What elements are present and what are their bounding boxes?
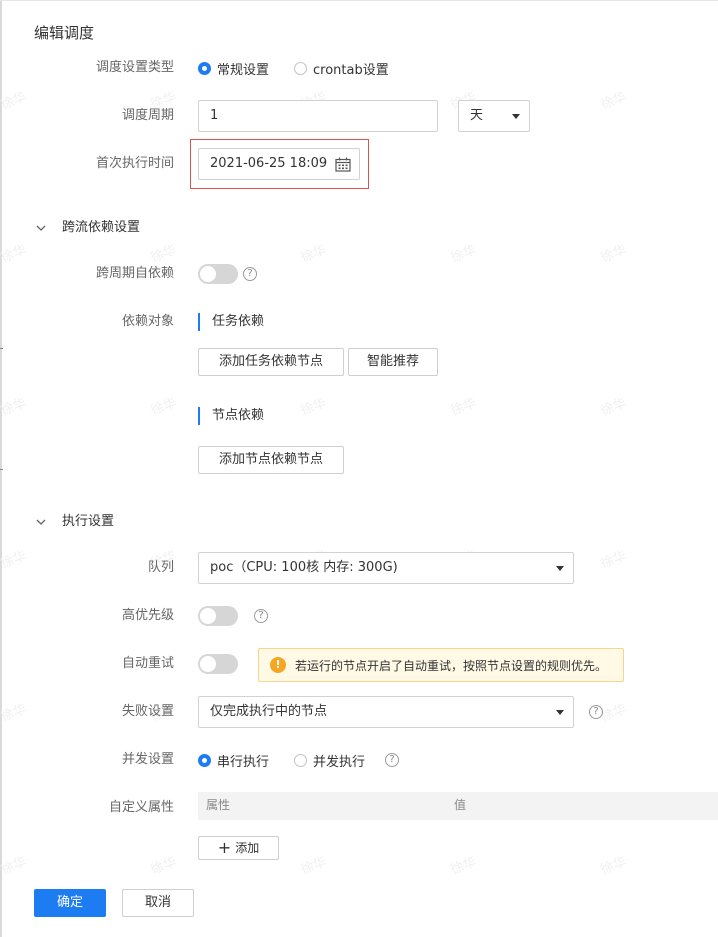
watermark-text: 徐华 (298, 395, 329, 419)
schedule-period-row: 调度周期 1 天 (0, 100, 718, 132)
concurrency-label: 并发设置 (121, 752, 174, 767)
attr-column-header: 属性 (206, 798, 231, 812)
switch-knob (200, 656, 216, 672)
auto-retry-notice-text: 若运行的节点开启了自动重试，按照节点设置的规则优先。 (295, 658, 608, 673)
add-attr-button[interactable]: + 添加 (198, 836, 279, 860)
section-execution-title: 执行设置 (62, 514, 115, 529)
schedule-type-row: 调度设置类型 常规设置 crontab设置 (0, 52, 718, 84)
frame-tick (0, 348, 3, 349)
failure-row: 失败设置 仅完成执行中的节点 ? (0, 696, 718, 728)
radio-regular[interactable]: 常规设置 (198, 52, 269, 84)
watermark-text: 徐华 (598, 854, 629, 878)
watermark-text: 徐华 (598, 395, 629, 419)
add-attr-label: 添加 (235, 841, 260, 855)
caret-down-icon (556, 710, 564, 715)
failure-label: 失败设置 (121, 704, 174, 719)
chevron-down-icon (36, 225, 46, 231)
auto-retry-label: 自动重试 (121, 656, 174, 671)
queue-row: 队列 poc（CPU: 100核 内存: 300G) (0, 552, 718, 584)
radio-serial[interactable]: 串行执行 (198, 744, 269, 776)
radio-selected-icon (198, 61, 211, 75)
watermark-text: 徐华 (448, 854, 479, 878)
help-icon[interactable]: ? (589, 705, 603, 719)
failure-select[interactable]: 仅完成执行中的节点 (198, 696, 574, 728)
watermark-text: 徐华 (0, 854, 29, 878)
dep-object-row: 依赖对象 (0, 306, 718, 338)
self-dep-row: 跨周期自依赖 ? (0, 258, 718, 290)
switch-knob (200, 266, 216, 282)
period-unit-value: 天 (470, 108, 484, 123)
auto-retry-switch[interactable] (198, 654, 238, 674)
period-input[interactable]: 1 (198, 100, 438, 132)
value-column-header: 值 (454, 798, 467, 812)
node-dep-subheading: 节点依赖 (198, 407, 264, 425)
first-run-datetime-input[interactable]: 2021-06-25 18:09 (198, 148, 360, 180)
high-priority-label: 高优先级 (121, 608, 174, 623)
radio-serial-label: 串行执行 (217, 754, 270, 770)
section-cross-flow-header[interactable]: 跨流依赖设置 (34, 218, 140, 238)
watermark-text: 徐华 (0, 395, 29, 419)
radio-crontab[interactable]: crontab设置 (294, 52, 389, 84)
chevron-down-icon (36, 519, 46, 525)
custom-attr-label: 自定义属性 (108, 800, 174, 815)
concurrency-row: 并发设置 串行执行 并发执行 ? (0, 744, 718, 776)
add-task-dep-button[interactable]: 添加任务依赖节点 (198, 348, 344, 376)
page-title: 编辑调度 (34, 24, 95, 42)
radio-crontab-label: crontab设置 (313, 62, 389, 78)
task-dep-subheading: 任务依赖 (198, 313, 264, 331)
period-unit-select[interactable]: 天 (458, 100, 530, 132)
warning-icon: ! (270, 657, 286, 673)
queue-select[interactable]: poc（CPU: 100核 内存: 300G) (198, 552, 574, 584)
first-run-value: 2021-06-25 18:09 (210, 156, 328, 171)
schedule-period-label: 调度周期 (121, 108, 174, 123)
radio-selected-icon (198, 753, 211, 767)
caret-down-icon (556, 566, 564, 571)
smart-recommend-button[interactable]: 智能推荐 (348, 348, 438, 376)
plus-icon: + (217, 838, 232, 857)
watermark-text: 徐华 (298, 854, 329, 878)
failure-value: 仅完成执行中的节点 (210, 704, 328, 719)
calendar-icon[interactable] (335, 157, 351, 172)
high-priority-row: 高优先级 ? (0, 600, 718, 632)
switch-knob (200, 608, 216, 624)
top-border (0, 0, 718, 1)
queue-value: poc（CPU: 100核 内存: 300G) (210, 560, 398, 575)
section-execution-header[interactable]: 执行设置 (34, 512, 114, 532)
radio-parallel-label: 并发执行 (313, 754, 366, 770)
help-icon[interactable]: ? (254, 609, 268, 623)
frame-tick (0, 469, 3, 470)
auto-retry-notice: ! 若运行的节点开启了自动重试，按照节点设置的规则优先。 (258, 648, 624, 682)
schedule-type-label: 调度设置类型 (95, 60, 174, 75)
first-run-label: 首次执行时间 (95, 156, 174, 171)
dep-object-label: 依赖对象 (121, 314, 174, 329)
radio-regular-label: 常规设置 (217, 62, 270, 78)
cancel-button[interactable]: 取消 (122, 889, 194, 917)
watermark-text: 徐华 (448, 395, 479, 419)
help-icon[interactable]: ? (243, 267, 257, 281)
self-dep-label: 跨周期自依赖 (95, 266, 174, 281)
add-node-dep-button[interactable]: 添加节点依赖节点 (198, 446, 344, 474)
first-run-row: 首次执行时间 2021-06-25 18:09 (0, 148, 718, 180)
caret-down-icon (512, 114, 520, 119)
radio-parallel[interactable]: 并发执行 (294, 744, 365, 776)
section-cross-flow-title: 跨流依赖设置 (62, 220, 141, 235)
watermark-text: 徐华 (148, 854, 179, 878)
radio-unselected-icon (294, 61, 307, 75)
confirm-button[interactable]: 确定 (34, 889, 106, 917)
self-dep-switch[interactable] (198, 264, 238, 284)
attr-table-header: 属性 值 (198, 792, 718, 820)
radio-unselected-icon (294, 753, 307, 767)
help-icon[interactable]: ? (385, 753, 399, 767)
high-priority-switch[interactable] (198, 606, 238, 626)
queue-label: 队列 (147, 560, 174, 575)
watermark-text: 徐华 (148, 395, 179, 419)
